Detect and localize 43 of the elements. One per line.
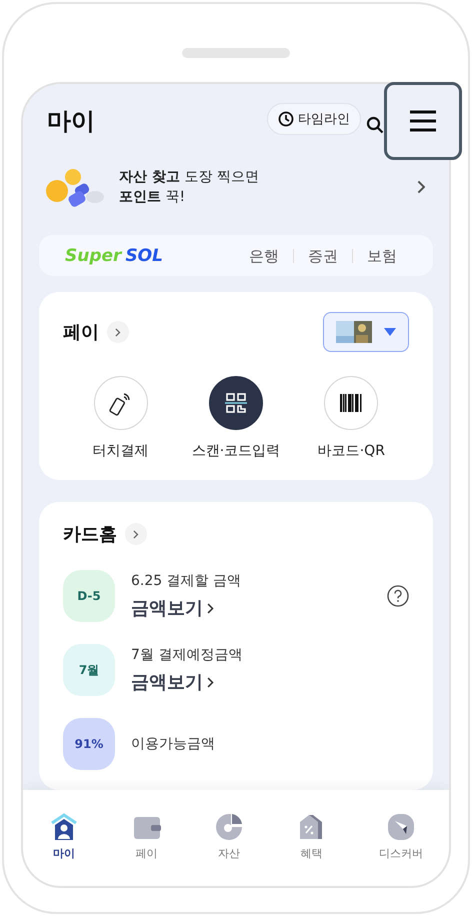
pay-action[interactable]: 스캔·코드입력 — [178, 376, 294, 460]
search-icon[interactable] — [366, 116, 384, 134]
amount-caption: 이용가능금액 — [131, 735, 216, 753]
status-badge: 91% — [63, 718, 115, 770]
chevron-right-icon — [207, 676, 214, 688]
card-select-dropdown[interactable] — [323, 312, 409, 352]
nav-tab[interactable]: 자산 — [214, 812, 244, 861]
service-link[interactable]: 보험 — [352, 248, 411, 263]
menu-icon — [410, 110, 436, 132]
nav-tab[interactable]: 페이 — [132, 812, 162, 861]
chevron-right-icon — [207, 602, 214, 614]
more-button[interactable] — [107, 321, 129, 343]
pay-action[interactable]: 바코드·QR — [294, 376, 409, 460]
status-badge: D-5 — [63, 570, 115, 622]
nav-tab[interactable]: 마이 — [49, 812, 80, 861]
service-link[interactable]: 증권 — [293, 248, 352, 263]
view-amount-link[interactable]: 금액보기 — [131, 596, 371, 620]
barcode-icon — [339, 393, 364, 413]
help-icon[interactable] — [387, 585, 409, 607]
supersol-logo: Super SOL — [65, 246, 164, 266]
menu-button[interactable] — [384, 82, 462, 160]
chevron-right-icon — [115, 328, 121, 336]
nav-tab[interactable]: 혜택 — [296, 812, 326, 861]
amount-caption: 7월 결제예정금액 — [131, 646, 244, 664]
view-amount-link[interactable]: 금액보기 — [131, 670, 409, 694]
card-title: 페이 — [63, 321, 99, 344]
pay-action[interactable]: 터치결제 — [63, 376, 178, 460]
service-link[interactable]: 은행 — [235, 248, 293, 263]
card-title: 카드홈 — [63, 523, 117, 546]
nav-tab[interactable]: 디스커버 — [378, 812, 423, 861]
amount-caption: 6.25 결제할 금액 — [131, 572, 242, 590]
caret-down-icon — [384, 328, 396, 336]
status-badge: 7월 — [63, 644, 115, 696]
qr-scan-icon — [224, 391, 248, 415]
chevron-right-icon — [416, 180, 425, 194]
timeline-button[interactable]: 타임라인 — [267, 103, 361, 136]
more-button[interactable] — [125, 523, 147, 545]
pie-chart-icon — [214, 812, 244, 842]
home-person-icon — [49, 812, 80, 842]
chevron-right-icon — [133, 530, 139, 538]
promo-text: 자산 찾고 도장 찍으면 포인트 꾹! — [119, 168, 260, 207]
page-title: 마이 — [47, 106, 96, 138]
clock-icon — [278, 111, 294, 128]
